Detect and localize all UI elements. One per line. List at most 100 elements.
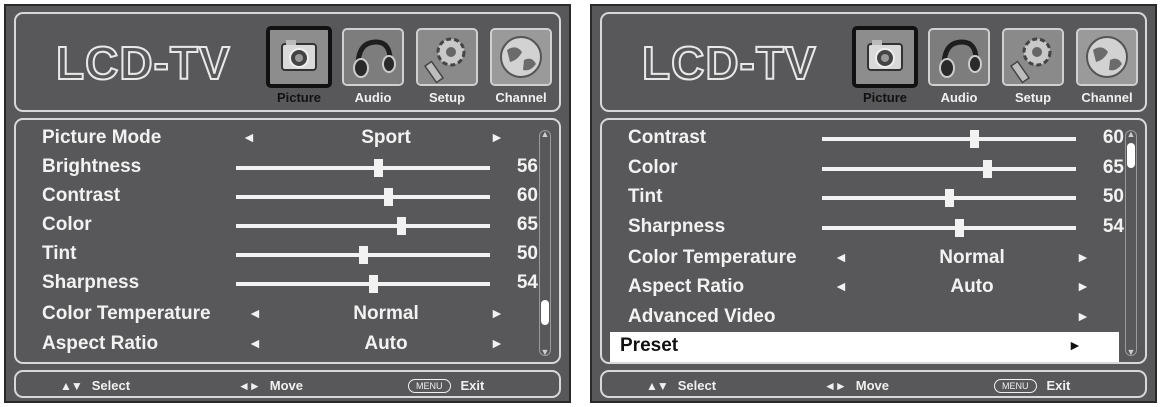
arrow-right-icon[interactable]: ► xyxy=(490,129,504,145)
select-hint: ▲▼ Select xyxy=(60,378,131,393)
tab-label: Picture xyxy=(862,90,908,105)
arrow-right-icon[interactable]: ► xyxy=(490,305,504,321)
menu-key-icon: MENU xyxy=(994,379,1037,393)
globe-icon xyxy=(1076,28,1138,86)
up-down-arrows-icon: ▲▼ xyxy=(646,379,669,393)
menu-tabs: Picture Audio Setup Channel xyxy=(850,24,1150,110)
picture-menu-list: Contrast 60 Color 65 Tint 50 Sharpness 5… xyxy=(600,118,1147,364)
menu-row-advanced-video[interactable]: Advanced Video ► xyxy=(622,303,1123,332)
menu-row-tint[interactable]: Tint 50 xyxy=(36,240,538,269)
slider-thumb[interactable] xyxy=(955,219,965,237)
brightness-slider[interactable] xyxy=(236,159,490,177)
camera-icon xyxy=(852,26,918,88)
tab-audio[interactable]: Audio xyxy=(338,24,408,108)
menu-tabs: Picture Audio Setup Channel xyxy=(264,24,564,110)
slider-thumb[interactable] xyxy=(359,246,368,264)
tab-setup[interactable]: Setup xyxy=(412,24,482,108)
scrollbar-thumb[interactable] xyxy=(1127,142,1135,168)
tab-label: Channel xyxy=(1081,90,1133,105)
arrow-left-icon[interactable]: ◄ xyxy=(242,129,256,145)
menu-row-brightness[interactable]: Brightness 56 xyxy=(36,153,538,182)
menu-row-tint[interactable]: Tint 50 xyxy=(622,183,1124,212)
left-right-arrows-icon: ◄► xyxy=(824,379,847,393)
up-down-arrows-icon: ▲▼ xyxy=(60,379,83,393)
slider-thumb[interactable] xyxy=(970,130,980,148)
sharpness-slider[interactable] xyxy=(822,219,1076,237)
menu-row-color-temperature[interactable]: Color Temperature ◄ Normal ► xyxy=(36,300,537,329)
arrow-right-icon[interactable]: ► xyxy=(1076,278,1090,294)
tab-label: Setup xyxy=(1014,90,1052,105)
slider-thumb[interactable] xyxy=(374,159,384,177)
picture-menu-list: Picture Mode ◄ Sport ► Brightness 56 Con… xyxy=(14,118,561,364)
tab-channel[interactable]: Channel xyxy=(486,24,556,108)
headphones-icon xyxy=(928,28,990,86)
slider-thumb[interactable] xyxy=(983,160,993,178)
menu-row-sharpness[interactable]: Sharpness 54 xyxy=(622,213,1124,242)
slider-thumb[interactable] xyxy=(397,217,407,235)
menu-key-icon: MENU xyxy=(408,379,451,393)
gear-icon xyxy=(416,28,478,86)
menu-row-color[interactable]: Color 65 xyxy=(622,154,1124,183)
tab-label: Audio xyxy=(940,90,978,105)
slider-thumb[interactable] xyxy=(945,189,954,207)
tab-label: Channel xyxy=(495,90,547,105)
arrow-right-icon[interactable]: ► xyxy=(1076,249,1090,265)
contrast-slider[interactable] xyxy=(822,130,1076,148)
tab-setup[interactable]: Setup xyxy=(998,24,1068,108)
scroll-up-icon[interactable]: ▲ xyxy=(1126,129,1136,139)
color-slider[interactable] xyxy=(236,217,490,235)
scroll-up-icon[interactable]: ▲ xyxy=(540,129,550,139)
camera-icon xyxy=(266,26,332,88)
sharpness-slider[interactable] xyxy=(236,275,490,293)
arrow-right-icon[interactable]: ► xyxy=(490,335,504,351)
gear-icon xyxy=(1002,28,1064,86)
arrow-left-icon[interactable]: ◄ xyxy=(834,278,848,294)
menu-row-picture-mode[interactable]: Picture Mode ◄ Sport ► xyxy=(36,124,537,153)
tab-audio[interactable]: Audio xyxy=(924,24,994,108)
lcd-tv-logo: LCD-TV xyxy=(641,36,817,90)
menu-row-preset[interactable]: Preset ► xyxy=(610,332,1119,362)
tab-label: Picture xyxy=(276,90,322,105)
menu-footer: ▲▼ Select ◄► Move MENU Exit xyxy=(14,370,561,398)
tab-picture[interactable]: Picture xyxy=(264,24,334,108)
slider-thumb[interactable] xyxy=(384,188,394,206)
menu-footer: ▲▼ Select ◄► Move MENU Exit xyxy=(600,370,1147,398)
arrow-left-icon[interactable]: ◄ xyxy=(248,305,262,321)
tv-menu-screen-left: LCD-TV Picture Audio Setup Channel Pictu… xyxy=(4,4,571,403)
menu-scrollbar[interactable]: ▲ ▼ xyxy=(1125,129,1137,357)
move-hint: ◄► Move xyxy=(238,378,303,393)
arrow-left-icon[interactable]: ◄ xyxy=(834,249,848,265)
tab-channel[interactable]: Channel xyxy=(1072,24,1142,108)
menu-row-aspect-ratio[interactable]: Aspect Ratio ◄ Auto ► xyxy=(622,273,1123,302)
color-slider[interactable] xyxy=(822,160,1076,178)
globe-icon xyxy=(490,28,552,86)
tab-label: Audio xyxy=(354,90,392,105)
tint-slider[interactable] xyxy=(236,246,490,264)
move-hint: ◄► Move xyxy=(824,378,889,393)
contrast-slider[interactable] xyxy=(236,188,490,206)
tint-slider[interactable] xyxy=(822,189,1076,207)
menu-row-color[interactable]: Color 65 xyxy=(36,211,538,240)
arrow-right-icon[interactable]: ► xyxy=(1068,337,1082,353)
select-hint: ▲▼ Select xyxy=(646,378,717,393)
scrollbar-thumb[interactable] xyxy=(541,300,549,326)
tab-picture[interactable]: Picture xyxy=(850,24,920,108)
tab-label: Setup xyxy=(428,90,466,105)
menu-row-color-temperature[interactable]: Color Temperature ◄ Normal ► xyxy=(622,244,1123,273)
menu-row-contrast[interactable]: Contrast 60 xyxy=(622,124,1124,153)
slider-thumb[interactable] xyxy=(369,275,379,293)
arrow-right-icon[interactable]: ► xyxy=(1076,308,1090,324)
exit-hint: MENU Exit xyxy=(994,378,1070,393)
tv-menu-screen-right: LCD-TV Picture Audio Setup Channel Contr… xyxy=(590,4,1157,403)
menu-header: LCD-TV Picture Audio Setup Channel xyxy=(600,12,1147,112)
arrow-left-icon[interactable]: ◄ xyxy=(248,335,262,351)
scroll-down-icon[interactable]: ▼ xyxy=(1126,347,1136,357)
menu-scrollbar[interactable]: ▲ ▼ xyxy=(539,129,551,357)
scroll-down-icon[interactable]: ▼ xyxy=(540,347,550,357)
headphones-icon xyxy=(342,28,404,86)
menu-row-contrast[interactable]: Contrast 60 xyxy=(36,182,538,211)
exit-hint: MENU Exit xyxy=(408,378,484,393)
menu-row-aspect-ratio[interactable]: Aspect Ratio ◄ Auto ► xyxy=(36,330,537,359)
menu-header: LCD-TV Picture Audio Setup Channel xyxy=(14,12,561,112)
menu-row-sharpness[interactable]: Sharpness 54 xyxy=(36,269,538,298)
